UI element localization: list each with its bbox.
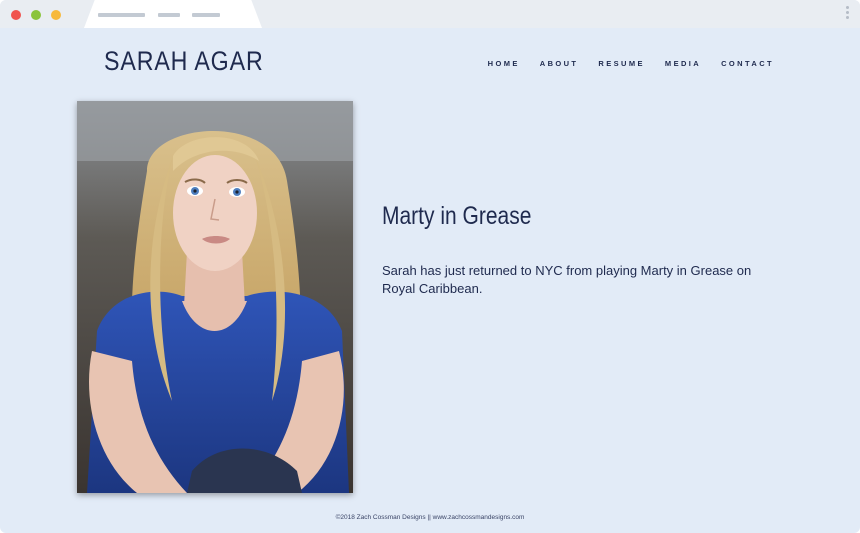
headshot-illustration: [77, 101, 353, 493]
headshot-photo: [77, 101, 353, 493]
nav-media[interactable]: MEDIA: [665, 59, 701, 68]
close-window-button[interactable]: [11, 10, 21, 20]
main-nav: HOME ABOUT RESUME MEDIA CONTACT: [488, 59, 774, 68]
tab-placeholder-bar: [192, 13, 220, 17]
post-body: Sarah has just returned to NYC from play…: [382, 263, 752, 296]
tab-placeholder-bar: [98, 13, 145, 17]
nav-contact[interactable]: CONTACT: [721, 59, 774, 68]
nav-about[interactable]: ABOUT: [540, 59, 579, 68]
browser-window: SARAH AGAR HOME ABOUT RESUME MEDIA CONTA…: [0, 0, 860, 533]
tab-placeholder-bar: [158, 13, 180, 17]
site-title[interactable]: SARAH AGAR: [104, 46, 264, 77]
browser-chrome: [0, 0, 860, 28]
post-headline: Marty in Grease: [382, 202, 532, 230]
browser-menu-icon[interactable]: [846, 6, 850, 22]
nav-resume[interactable]: RESUME: [598, 59, 645, 68]
nav-home[interactable]: HOME: [488, 59, 520, 68]
maximize-window-button[interactable]: [51, 10, 61, 20]
minimize-window-button[interactable]: [31, 10, 41, 20]
footer-credit: ©2018 Zach Cossman Designs || www.zachco…: [335, 514, 525, 521]
browser-tab[interactable]: [84, 0, 262, 28]
